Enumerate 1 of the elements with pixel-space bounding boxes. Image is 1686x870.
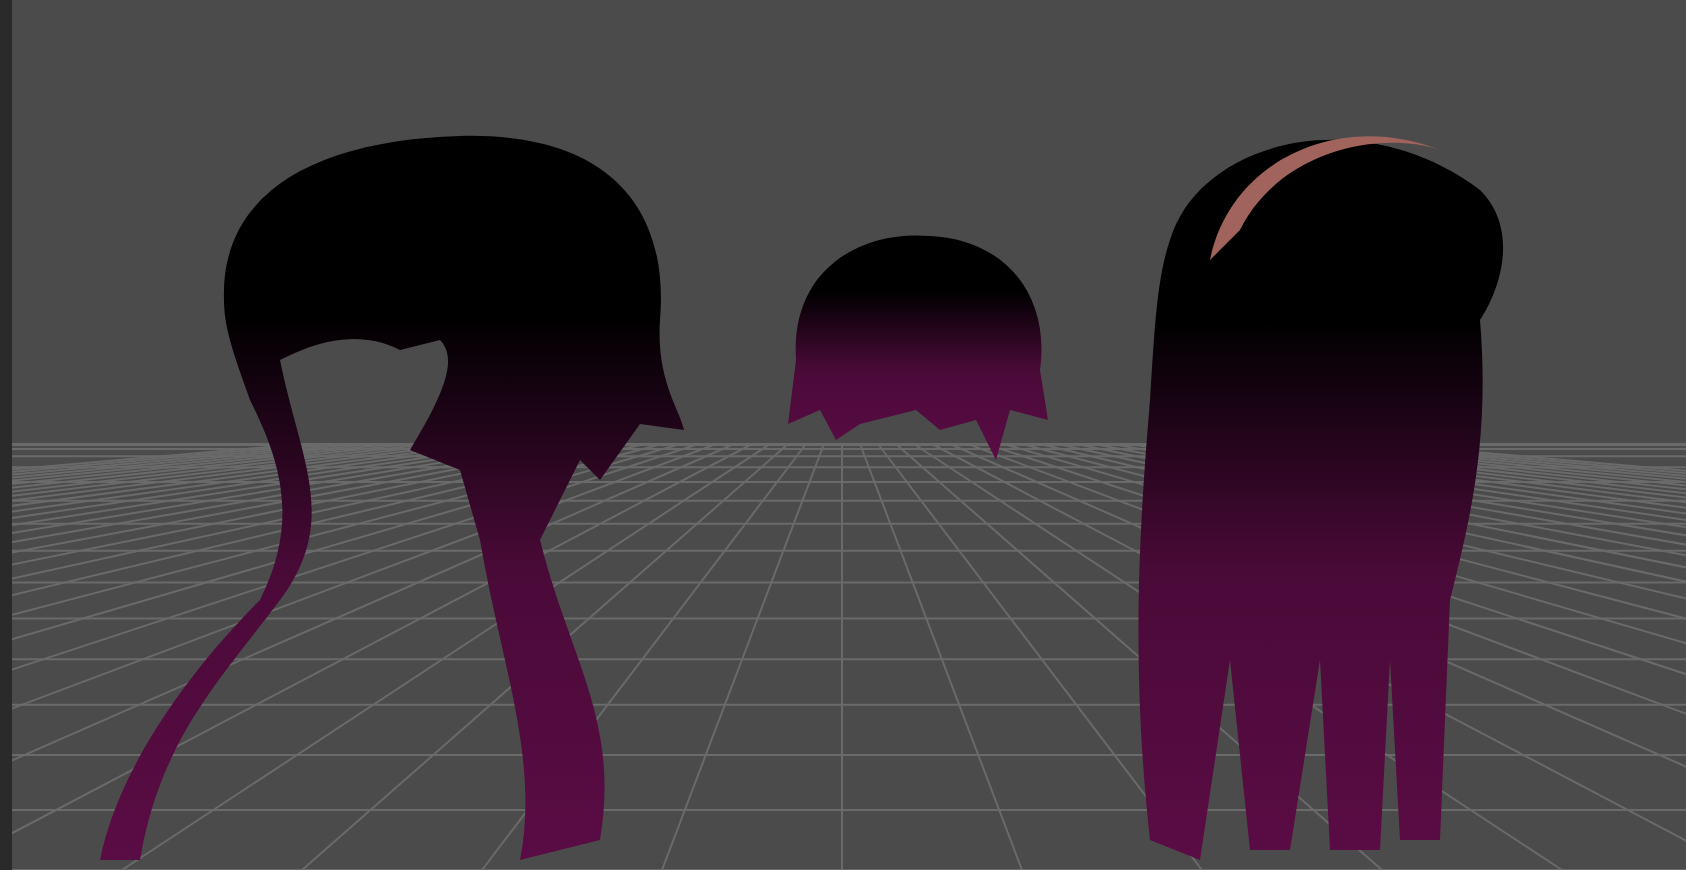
- 3d-viewport[interactable]: [0, 0, 1686, 870]
